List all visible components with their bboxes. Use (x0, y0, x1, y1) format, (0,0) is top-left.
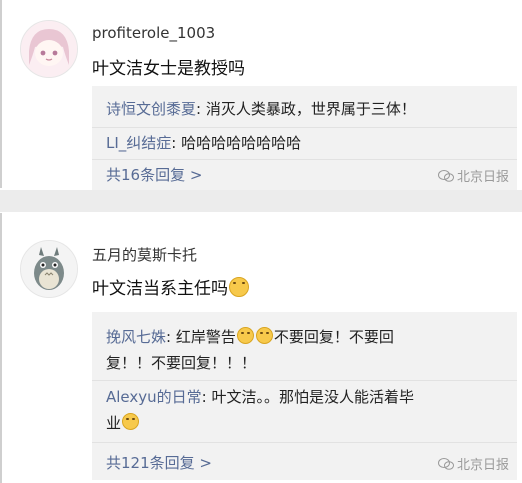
totoro-avatar-icon (21, 241, 77, 297)
reply-separator: : (171, 134, 182, 152)
comment-1: profiterole_1003 叶文洁女士是教授吗 诗恒文创黍夏: 消灭人类暴… (0, 0, 522, 190)
doge-emoji-icon (255, 327, 273, 344)
reply-username[interactable]: Alexyu的日常 (106, 388, 202, 406)
reply-item[interactable]: 诗恒文创黍夏: 消灭人类暴政，世界属于三体！ (106, 96, 507, 122)
reply-text: 红岸警告 (175, 328, 236, 346)
wechat-icon (437, 169, 454, 182)
reply-item[interactable]: Alexyu的日常: 叶文洁。。那怕是没人能活着毕业 (106, 384, 507, 436)
reply-username[interactable]: 挽风七姝 (106, 328, 166, 346)
doge-emoji-icon (122, 413, 140, 430)
reply-text: 叶文洁。。那怕是没人能活着毕 (211, 388, 414, 406)
girl-avatar-icon (21, 21, 77, 77)
comment-text: 叶文洁女士是教授吗 (92, 59, 245, 79)
reply-divider (92, 380, 517, 381)
watermark-text: 北京日报 (456, 170, 509, 185)
avatar[interactable] (20, 20, 78, 78)
doge-emoji-icon (236, 327, 254, 344)
reply-divider (92, 159, 517, 160)
reply-divider (92, 442, 517, 443)
reply-separator: : (166, 328, 176, 346)
reply-box: 诗恒文创黍夏: 消灭人类暴政，世界属于三体！ LI_纠结症: 哈哈哈哈哈哈哈哈 … (92, 86, 517, 190)
avatar[interactable] (20, 240, 78, 298)
watermark: 北京日报 (437, 454, 509, 473)
reply-separator: : (196, 100, 206, 118)
comment-username[interactable]: 五月的莫斯卡托 (92, 244, 197, 265)
comment-username[interactable]: profiterole_1003 (92, 24, 215, 42)
more-replies-link[interactable]: 共16条回复 > (106, 164, 202, 185)
reply-username[interactable]: 诗恒文创黍夏 (106, 100, 196, 118)
reply-username[interactable]: LI_纠结症 (106, 134, 171, 152)
comment-divider (0, 190, 522, 212)
comment-2: 五月的莫斯卡托 叶文洁当系主任吗 挽风七姝: 红岸警告 不要回复！不要回 复！！不要… (0, 212, 522, 483)
reply-separator: : (201, 388, 212, 406)
reply-text: 哈哈哈哈哈哈哈哈 (181, 134, 302, 152)
doge-emoji-icon (229, 277, 249, 297)
comment-text: 叶文洁当系主任吗 (92, 274, 250, 299)
reply-item[interactable]: LI_纠结症: 哈哈哈哈哈哈哈哈 (106, 130, 507, 156)
reply-box: 挽风七姝: 红岸警告 不要回复！不要回 复！！不要回复！！！ Alexyu的日常: … (92, 312, 517, 480)
wechat-icon (437, 457, 454, 470)
reply-item[interactable]: 挽风七姝: 红岸警告 不要回复！不要回 复！！不要回复！！！ (106, 324, 507, 376)
watermark-text: 北京日报 (456, 458, 509, 473)
reply-divider (92, 127, 517, 128)
reply-text: 业 (106, 414, 122, 432)
more-replies-link[interactable]: 共121条回复 > (106, 452, 212, 473)
reply-text: 不要回复！不要回 (273, 328, 394, 346)
watermark: 北京日报 (437, 166, 509, 185)
reply-text: 消灭人类暴政，世界属于三体！ (205, 100, 416, 118)
reply-text: 复！！不要回复！！！ (106, 354, 257, 372)
comment-text-content: 叶文洁当系主任吗 (92, 279, 228, 299)
